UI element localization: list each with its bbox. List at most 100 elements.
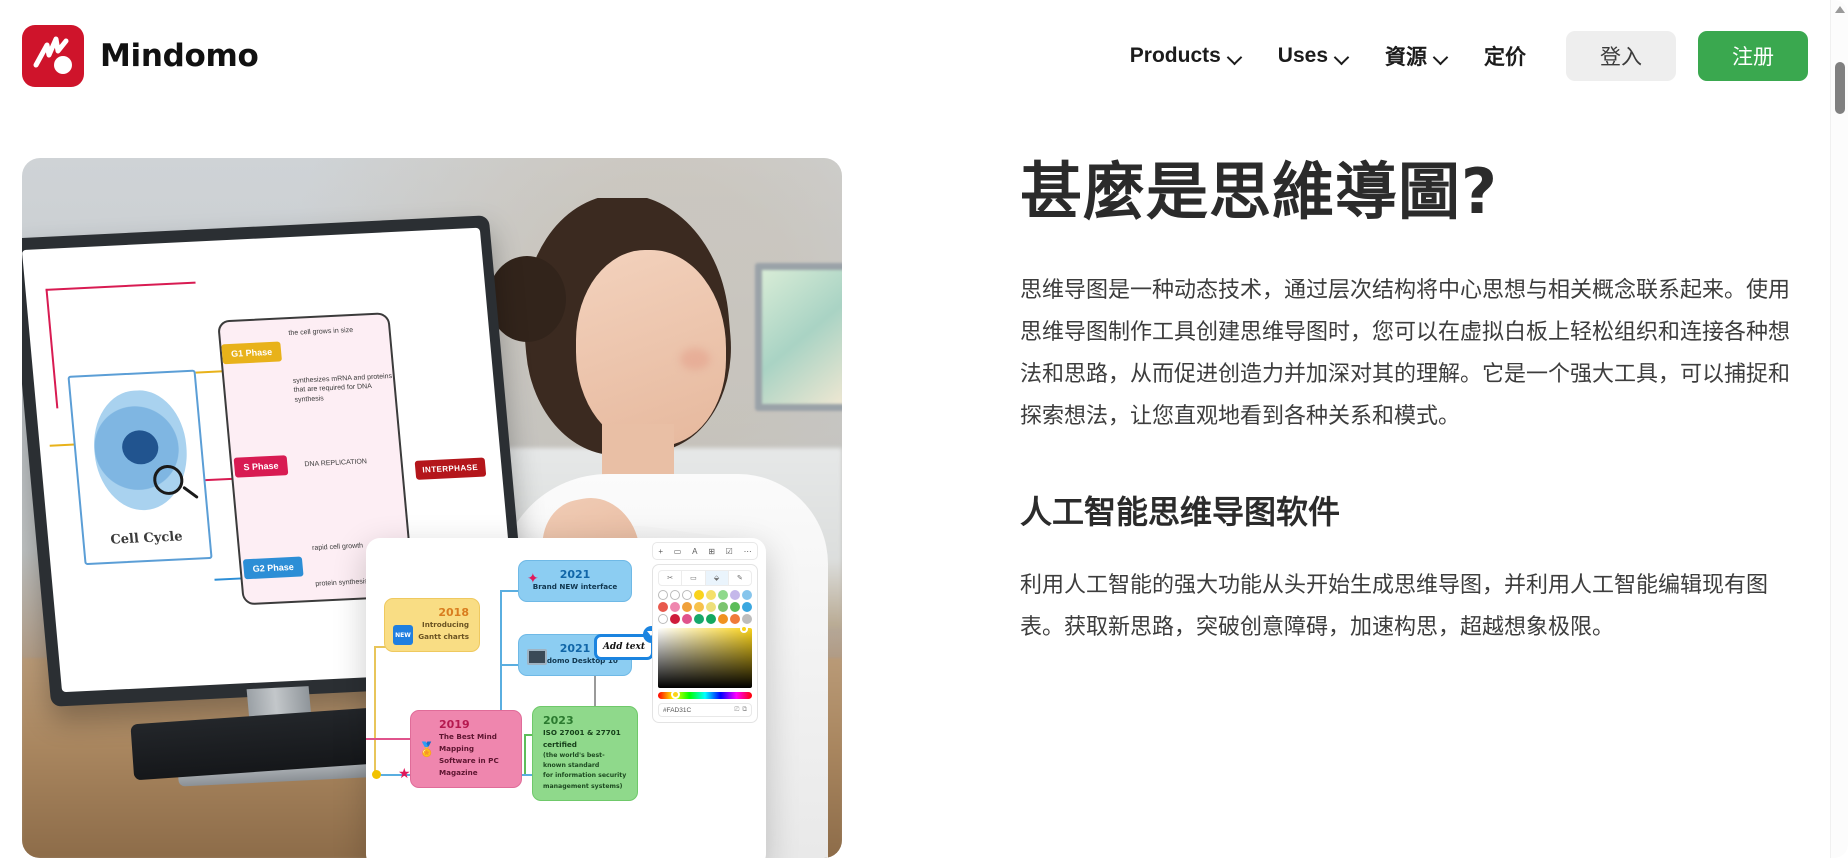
overlay-node-2018[interactable]: 2018 Introducing Gantt charts NEW (384, 598, 480, 652)
map-edge (524, 734, 526, 776)
overlay-mindmap-canvas: ★ 2018 Introducing Gantt charts NEW ✦ 20… (366, 538, 660, 858)
cheek-blush (680, 348, 710, 370)
map-dot (372, 770, 381, 779)
color-swatch[interactable] (694, 614, 704, 624)
page-title: 甚麼是思維導圖? (1020, 155, 1498, 228)
node-year: 2019 (439, 718, 470, 731)
color-swatch[interactable] (730, 602, 740, 612)
color-swatch[interactable] (742, 614, 752, 624)
chevron-down-icon (1336, 52, 1349, 60)
color-swatch[interactable] (682, 590, 692, 600)
color-swatch[interactable] (694, 590, 704, 600)
shape-fill-icon[interactable]: ▭ (682, 571, 706, 585)
cell-cycle-title: Cell Cycle (109, 529, 184, 548)
copy-icon[interactable]: ⧉ (742, 706, 747, 714)
nav-item-uses[interactable]: Uses (1260, 44, 1367, 68)
color-picker-panel: ✂ ▭ ⬙ ✎ #FAD31C ⎚ ⧉ (652, 564, 758, 723)
chevron-down-icon (1229, 52, 1242, 60)
color-swatch[interactable] (742, 602, 752, 612)
nav-item-resources[interactable]: 資源 (1367, 41, 1466, 71)
overlay-node-2021-interface[interactable]: ✦ 2021 Brand NEW interface (518, 560, 632, 602)
bucket-icon[interactable]: ⬙ (705, 571, 729, 585)
color-swatch[interactable] (682, 602, 692, 612)
color-swatch[interactable] (706, 602, 716, 612)
cell-diagram-card: Cell Cycle (67, 369, 213, 566)
page-scrollbar[interactable] (1830, 0, 1848, 858)
node-line2: (the world's best-known standard (543, 751, 605, 770)
checkbox-icon[interactable]: ☑ (726, 547, 733, 556)
color-swatch[interactable] (706, 614, 716, 624)
scrollbar-thumb[interactable] (1835, 62, 1845, 114)
hue-knob[interactable] (671, 690, 681, 699)
nav-item-pricing[interactable]: 定价 (1466, 41, 1544, 71)
map-edge (374, 646, 376, 776)
color-swatch[interactable] (694, 602, 704, 612)
star-icon: ★ (398, 765, 411, 781)
chevron-down-icon (1435, 52, 1448, 60)
picker-tab-row: ✂ ▭ ⬙ ✎ (658, 570, 752, 586)
color-swatch[interactable] (742, 590, 752, 600)
eyedropper-icon[interactable]: ⎚ (734, 706, 739, 714)
scroll-up-arrow-icon[interactable] (1835, 6, 1845, 13)
color-swatch[interactable] (670, 614, 680, 624)
no-fill-icon[interactable]: ✂ (659, 571, 683, 585)
color-swatch[interactable] (730, 590, 740, 600)
map-edge (500, 590, 502, 666)
color-swatch[interactable] (682, 614, 692, 624)
map-leaf: synthesizes mRNA and proteins that are r… (292, 373, 393, 404)
hero-image: Cell Cycle G1 Phase S Phase G2 Phase the… (22, 158, 842, 858)
color-swatch[interactable] (658, 602, 668, 612)
map-edge (500, 664, 520, 666)
gradient-knob[interactable] (740, 625, 748, 633)
face (576, 250, 726, 446)
signup-button[interactable]: 注册 (1698, 31, 1808, 81)
main-content: Cell Cycle G1 Phase S Phase G2 Phase the… (0, 112, 1830, 858)
color-swatch[interactable] (718, 614, 728, 624)
node-line2: Software in PC Magazine (439, 755, 499, 777)
page-viewport: Mindomo Products Uses 資源 定价 登入 注册 Cell C… (0, 0, 1848, 858)
hue-slider[interactable] (658, 690, 752, 699)
color-swatch[interactable] (730, 614, 740, 624)
color-swatch[interactable] (706, 590, 716, 600)
node-year: 2018 (438, 606, 469, 619)
rectangle-icon[interactable]: ▭ (674, 547, 682, 556)
text-a-icon[interactable]: A (692, 547, 697, 556)
pen-icon[interactable]: ✎ (729, 571, 751, 585)
brand-name: Mindomo (100, 38, 259, 74)
swatch-grid (658, 590, 752, 624)
saturation-value-area[interactable] (658, 625, 752, 688)
color-swatch[interactable] (658, 614, 668, 624)
hex-value-input[interactable]: #FAD31C (663, 707, 691, 714)
intro-paragraph: 思维导图是一种动态技术，通过层次结构将中心思想与相关概念联系起来。使用思维导图制… (1020, 278, 1791, 429)
nav-item-products[interactable]: Products (1112, 44, 1260, 68)
color-swatch[interactable] (718, 602, 728, 612)
nav-label-pricing: 定价 (1484, 46, 1526, 69)
main-nav: Products Uses 資源 定价 登入 注册 (1112, 31, 1830, 81)
site-header: Mindomo Products Uses 資源 定价 登入 注册 (0, 0, 1830, 112)
color-swatch[interactable] (670, 590, 680, 600)
node-line4: management systems) (543, 782, 623, 790)
node-line1: ISO 27001 & 27701 certified (543, 728, 621, 749)
nav-label-resources: 資源 (1385, 46, 1427, 69)
more-icon[interactable]: ⋯ (744, 547, 752, 556)
tree-icon[interactable]: ⊞ (708, 547, 715, 556)
nav-label-uses: Uses (1277, 44, 1328, 67)
new-badge-icon: NEW (393, 625, 413, 645)
hair-bun (488, 256, 566, 342)
color-swatch[interactable] (670, 602, 680, 612)
map-node-g2-phase: G2 Phase (242, 556, 304, 580)
color-swatch[interactable] (658, 590, 668, 600)
color-swatch[interactable] (718, 590, 728, 600)
overlay-toolbar: + ▭ A ⊞ ☑ ⋯ (652, 542, 758, 560)
map-node-s-phase: S Phase (233, 455, 289, 478)
node-line3: for information security (543, 772, 627, 780)
login-button[interactable]: 登入 (1566, 31, 1676, 81)
plus-icon[interactable]: + (658, 547, 663, 556)
overlay-node-2023[interactable]: 2023 ISO 27001 & 27701 certified (the wo… (532, 706, 638, 801)
add-text-node[interactable]: Add text (594, 626, 660, 660)
map-edge (366, 738, 412, 740)
section-subtitle: 人工智能思维导图软件 (1020, 493, 1341, 532)
interphase-label: INTERPHASE (414, 457, 486, 480)
overlay-node-2019[interactable]: 🏅 2019 The Best Mind Mapping Software in… (410, 710, 522, 788)
brand-logo[interactable]: Mindomo (22, 25, 259, 87)
